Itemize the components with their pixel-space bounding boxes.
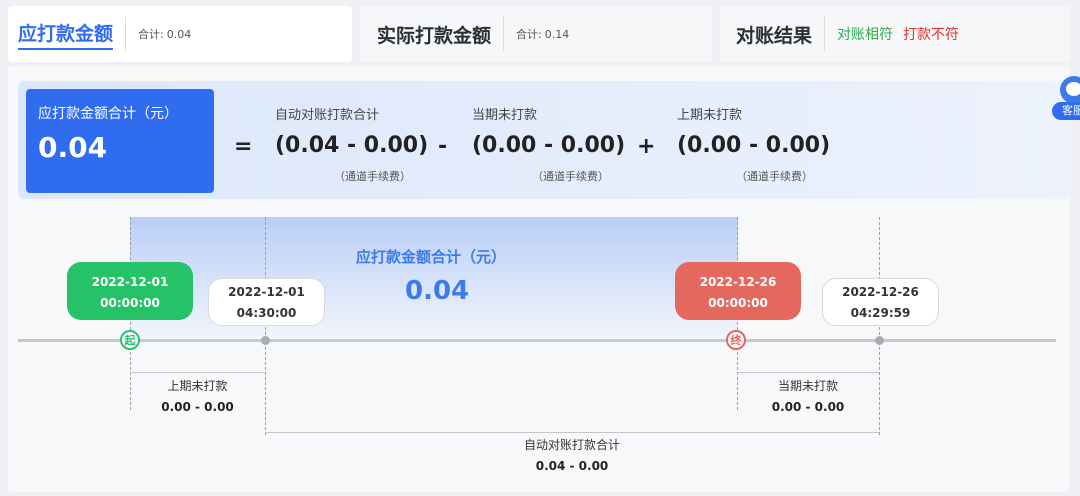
status-mismatch: 打款不符 bbox=[903, 27, 960, 43]
dim-line-previous bbox=[130, 372, 265, 373]
tab-title: 对账结果 bbox=[736, 24, 813, 47]
bubble-time: 04:30:00 bbox=[236, 306, 297, 320]
bubble-date: 2022-12-01 bbox=[228, 285, 305, 299]
plus-sign: + bbox=[637, 134, 656, 159]
term-note: （通道手续费） bbox=[532, 170, 609, 183]
tab-title: 应打款金额 bbox=[18, 19, 114, 50]
dim-label-auto: 自动对账打款合计 bbox=[523, 438, 620, 452]
tab-actual-amount[interactable]: 实际打款金额 合计: 0.14 bbox=[360, 6, 712, 62]
term-value: (0.04 - 0.00) bbox=[275, 133, 429, 158]
period-label: 应打款金额合计（元） bbox=[356, 248, 507, 266]
start-date-bubble: 2022-12-01 00:00:00 bbox=[67, 262, 193, 320]
term-label: 自动对账打款合计 bbox=[275, 108, 380, 123]
sum-value: 0.04 bbox=[166, 27, 192, 41]
guide-line bbox=[879, 217, 880, 435]
equals-sign: = bbox=[234, 134, 253, 159]
term-value: (0.00 - 0.00) bbox=[472, 133, 626, 158]
total-label: 应打款金额合计（元） bbox=[38, 106, 178, 122]
divider bbox=[824, 17, 826, 51]
divider bbox=[125, 17, 127, 51]
minus-sign: - bbox=[438, 134, 448, 159]
tab-reconciliation-result[interactable]: 对账结果 对账相符 打款不符 bbox=[720, 6, 1070, 62]
period-value: 0.04 bbox=[405, 276, 470, 306]
sum-label: 合计: bbox=[138, 28, 164, 41]
guide-line bbox=[265, 217, 266, 435]
customer-service-label: 客服 bbox=[1052, 102, 1080, 120]
end-marker: 终 bbox=[726, 330, 746, 350]
total-value: 0.04 bbox=[38, 131, 108, 164]
avatar-face bbox=[1066, 82, 1080, 96]
bubble-date: 2022-12-26 bbox=[699, 275, 777, 289]
bubble-date: 2022-12-01 bbox=[91, 275, 169, 289]
timeline-dot bbox=[875, 336, 884, 345]
tab-title: 实际打款金额 bbox=[377, 24, 492, 47]
timeline-axis bbox=[18, 339, 1056, 342]
term-label: 上期未打款 bbox=[677, 108, 743, 123]
current-cutoff-bubble: 2022-12-26 04:29:59 bbox=[822, 278, 939, 326]
total-card: 应打款金额合计（元） 0.04 bbox=[26, 89, 214, 193]
prev-cutoff-bubble: 2022-12-01 04:30:00 bbox=[208, 278, 325, 326]
start-marker: 起 bbox=[120, 330, 140, 350]
term-label: 当期未打款 bbox=[472, 108, 538, 123]
sum-label: 合计: bbox=[516, 28, 542, 41]
bubble-time: 00:00:00 bbox=[708, 296, 768, 310]
timeline-dot bbox=[261, 336, 270, 345]
tab-payable-amount[interactable]: 应打款金额 合计: 0.04 bbox=[8, 6, 352, 62]
term-note: （通道手续费） bbox=[736, 170, 813, 183]
dim-value-previous: 0.00 - 0.00 bbox=[161, 400, 234, 414]
term-note: （通道手续费） bbox=[334, 170, 411, 183]
bubble-date: 2022-12-26 bbox=[842, 285, 919, 299]
dim-value-auto: 0.04 - 0.00 bbox=[535, 459, 609, 473]
end-date-bubble: 2022-12-26 00:00:00 bbox=[675, 262, 801, 320]
bubble-time: 00:00:00 bbox=[100, 296, 160, 310]
bubble-time: 04:29:59 bbox=[850, 306, 911, 320]
customer-service-button[interactable]: 客服 bbox=[1052, 76, 1080, 124]
divider bbox=[503, 17, 505, 51]
status-match: 对账相符 bbox=[837, 27, 894, 43]
term-value: (0.00 - 0.00) bbox=[677, 133, 831, 158]
dim-label-previous: 上期未打款 bbox=[167, 379, 228, 393]
dim-value-current: 0.00 - 0.00 bbox=[771, 400, 845, 414]
dim-label-current: 当期未打款 bbox=[777, 379, 838, 393]
dim-line-current bbox=[737, 372, 879, 373]
sum-value: 0.14 bbox=[544, 27, 570, 41]
dim-line-auto bbox=[265, 432, 879, 433]
